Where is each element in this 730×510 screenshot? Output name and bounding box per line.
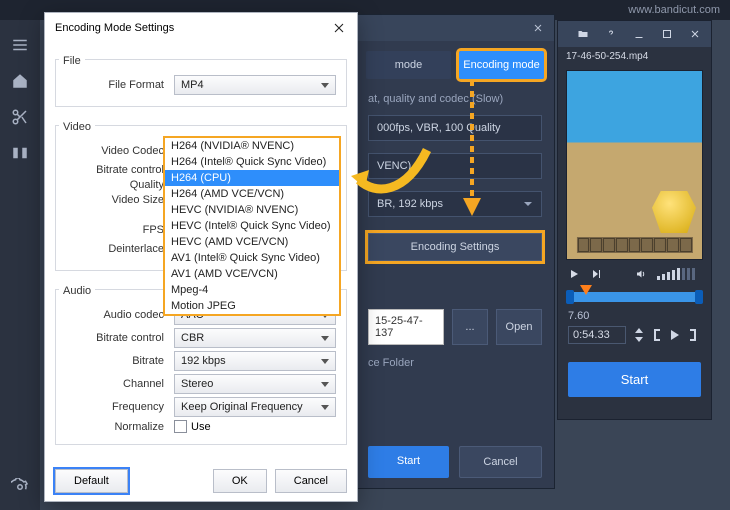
- mode-button[interactable]: mode: [366, 51, 451, 79]
- encode-cancel-button[interactable]: Cancel: [459, 446, 542, 478]
- cut-icon[interactable]: [11, 108, 29, 126]
- watermark: www.bandicut.com: [628, 4, 720, 16]
- quality-label: Quality: [66, 179, 164, 191]
- encode-close-icon[interactable]: [532, 22, 544, 34]
- dialog-titlebar: Encoding Mode Settings: [45, 13, 357, 43]
- mark-out-icon[interactable]: [688, 329, 698, 341]
- default-button[interactable]: Default: [55, 469, 128, 493]
- close-icon[interactable]: [689, 28, 701, 40]
- open-button[interactable]: Open: [496, 309, 542, 345]
- preview-titlebar: [558, 21, 711, 47]
- codec-option[interactable]: H264 (AMD VCE/VCN): [165, 186, 339, 202]
- audio-codec-label: Audio codec: [66, 309, 164, 321]
- time-input[interactable]: [568, 326, 626, 344]
- timeline-playhead[interactable]: [580, 285, 592, 295]
- file-format-label: File Format: [66, 79, 164, 91]
- player-start-button[interactable]: Start: [568, 362, 701, 397]
- frequency-label: Frequency: [66, 401, 164, 413]
- channel-label: Channel: [66, 378, 164, 390]
- audio-bitrate-ctl-select[interactable]: CBR: [174, 328, 336, 348]
- cancel-button[interactable]: Cancel: [275, 469, 347, 493]
- audio-bitrate-ctl-label: Bitrate control: [66, 332, 164, 344]
- video-size-label: Video Size: [66, 194, 164, 206]
- time-stepper-icon[interactable]: [634, 328, 644, 342]
- time-labels: 7.60: [558, 310, 711, 322]
- encoding-settings-button[interactable]: Encoding Settings: [368, 233, 542, 261]
- encoder-summary-field[interactable]: VENC): [368, 153, 542, 179]
- codec-option[interactable]: HEVC (AMD VCE/VCN): [165, 234, 339, 250]
- file-group-label: File: [59, 55, 85, 67]
- video-codec-dropdown[interactable]: H264 (NVIDIA® NVENC)H264 (Intel® Quick S…: [163, 136, 341, 316]
- help-icon[interactable]: [605, 28, 617, 40]
- timeline[interactable]: [568, 292, 701, 302]
- split-icon[interactable]: [11, 144, 29, 162]
- home-icon[interactable]: [11, 72, 29, 90]
- video-preview[interactable]: [566, 70, 703, 260]
- codec-option[interactable]: H264 (Intel® Quick Sync Video): [165, 154, 339, 170]
- dialog-close-icon[interactable]: [331, 20, 347, 36]
- timeline-end-handle[interactable]: [695, 290, 703, 304]
- preview-filename: 17-46-50-254.mp4: [558, 47, 711, 66]
- encode-start-button[interactable]: Start: [368, 446, 449, 478]
- codec-option[interactable]: H264 (NVIDIA® NVENC): [165, 138, 339, 154]
- play-small-icon[interactable]: [670, 329, 680, 341]
- preview-panel: 17-46-50-254.mp4 7.60 Start: [557, 20, 712, 420]
- deinterlace-label: Deinterlace: [66, 243, 164, 255]
- preview-object: [652, 191, 696, 233]
- normalize-label: Normalize: [66, 421, 164, 433]
- encode-titlebar: [356, 15, 554, 41]
- mode-description: at, quality and codec (Slow): [356, 89, 554, 109]
- audio-summary-field[interactable]: BR, 192 kbps: [368, 191, 542, 217]
- video-group-label: Video: [59, 121, 95, 133]
- codec-option[interactable]: AV1 (Intel® Quick Sync Video): [165, 250, 339, 266]
- maximize-icon[interactable]: [661, 28, 673, 40]
- codec-option[interactable]: HEVC (NVIDIA® NVENC): [165, 202, 339, 218]
- play-icon[interactable]: [568, 268, 580, 280]
- step-icon[interactable]: [590, 268, 602, 280]
- speaker-icon[interactable]: [635, 268, 647, 280]
- ok-button[interactable]: OK: [213, 469, 267, 493]
- audio-bitrate-select[interactable]: 192 kbps: [174, 351, 336, 371]
- preview-hotbar: [576, 237, 692, 253]
- encode-panel: mode Encoding mode at, quality and codec…: [355, 14, 555, 489]
- browse-button[interactable]: ...: [452, 309, 488, 345]
- codec-option[interactable]: H264 (CPU): [165, 170, 339, 186]
- file-format-select[interactable]: MP4: [174, 75, 336, 95]
- playback-controls: [558, 264, 711, 284]
- normalize-use-label: Use: [191, 421, 211, 433]
- timeline-start-handle[interactable]: [566, 290, 574, 304]
- video-codec-label: Video Codec: [66, 145, 164, 157]
- folder-label: ce Folder: [356, 353, 554, 373]
- audio-group-label: Audio: [59, 285, 95, 297]
- volume-bars[interactable]: [657, 268, 701, 280]
- gear-icon[interactable]: [11, 478, 29, 496]
- codec-option[interactable]: Motion JPEG: [165, 298, 339, 314]
- frequency-select[interactable]: Keep Original Frequency: [174, 397, 336, 417]
- channel-select[interactable]: Stereo: [174, 374, 336, 394]
- video-summary-field[interactable]: 000fps, VBR, 100 Quality: [368, 115, 542, 141]
- minimize-icon[interactable]: [633, 28, 645, 40]
- audio-bitrate-label: Bitrate: [66, 355, 164, 367]
- bitrate-control-label: Bitrate control: [66, 164, 164, 176]
- normalize-checkbox[interactable]: [174, 420, 187, 433]
- codec-option[interactable]: Mpeg-4: [165, 282, 339, 298]
- mark-in-icon[interactable]: [652, 329, 662, 341]
- encoding-mode-button[interactable]: Encoding mode: [459, 51, 544, 79]
- codec-option[interactable]: AV1 (AMD VCE/VCN): [165, 266, 339, 282]
- dialog-title: Encoding Mode Settings: [55, 22, 174, 34]
- output-path[interactable]: 15-25-47-137: [368, 309, 444, 345]
- codec-option[interactable]: HEVC (Intel® Quick Sync Video): [165, 218, 339, 234]
- fps-label: FPS: [66, 224, 164, 236]
- folder-open-icon[interactable]: [577, 28, 589, 40]
- chevron-down-icon: [523, 199, 533, 209]
- time-left-label: 7.60: [568, 310, 589, 322]
- sidebar: [0, 20, 40, 510]
- menu-icon[interactable]: [11, 36, 29, 54]
